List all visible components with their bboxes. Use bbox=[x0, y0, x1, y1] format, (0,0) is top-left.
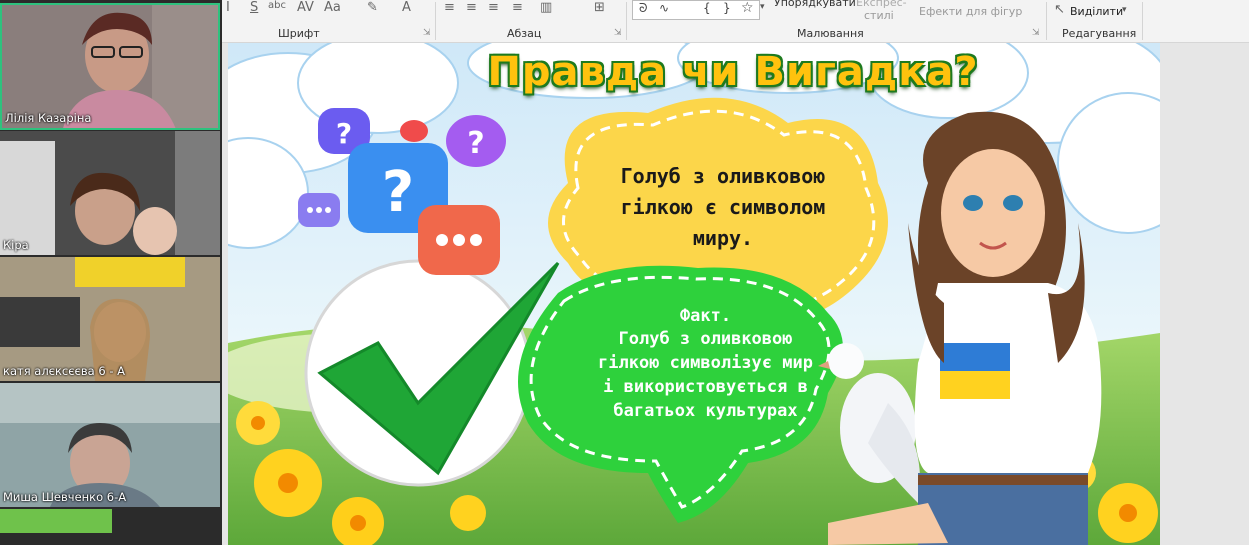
participant-tile[interactable]: катя алєксєєва 6 - А bbox=[0, 257, 220, 381]
statement-text: Голуб з оливковою гілкою є символом миру… bbox=[620, 164, 826, 250]
font-color-icon[interactable]: A bbox=[402, 0, 411, 15]
svg-text:?: ? bbox=[336, 117, 352, 150]
ribbon: I S abc AV Aa ✎ A Шрифт ⇲ ≡ ≡ ≡ ≡ ▥ ⊞ Аб… bbox=[222, 0, 1249, 43]
slide-title: Правда чи Вигадка? bbox=[487, 49, 979, 95]
group-label-font: Шрифт bbox=[278, 27, 320, 40]
slide-artwork: ? ? ? bbox=[228, 43, 1160, 545]
participant-tile[interactable]: Лілія Казаріна bbox=[0, 3, 220, 130]
paragraph-launcher-icon[interactable]: ⇲ bbox=[614, 28, 622, 38]
chevron-down-icon[interactable]: ▾ bbox=[760, 2, 765, 12]
font-launcher-icon[interactable]: ⇲ bbox=[423, 28, 431, 38]
char-spacing-icon[interactable]: AV bbox=[297, 0, 314, 15]
participant-video bbox=[0, 383, 220, 507]
fact-heading: Факт. bbox=[679, 306, 732, 326]
quick-styles-button-line1[interactable]: Експрес- bbox=[856, 0, 907, 9]
slide[interactable]: ? ? ? Правда чи Вигадка? Голуб з оливков… bbox=[228, 43, 1160, 545]
justify-icon[interactable]: ≡ bbox=[512, 0, 523, 15]
group-label-paragraph: Абзац bbox=[507, 27, 542, 40]
brace-right-icon[interactable]: } bbox=[723, 1, 731, 15]
quick-styles-button-line2[interactable]: стилі bbox=[864, 9, 894, 22]
slide-thumbnail[interactable] bbox=[0, 509, 112, 533]
highlighter-icon[interactable]: ✎ bbox=[367, 0, 378, 15]
strikethrough-abc-icon[interactable]: abc bbox=[268, 0, 286, 11]
participant-tile[interactable]: Кіра bbox=[0, 131, 220, 255]
align-left-icon[interactable]: ≡ bbox=[444, 0, 455, 15]
participant-tile[interactable]: Миша Шевченко 6-А bbox=[0, 383, 220, 507]
font-size-icon[interactable]: Aa bbox=[324, 0, 341, 15]
shape-effects-button[interactable]: Ефекти для фігур bbox=[919, 5, 1022, 18]
drawing-launcher-icon[interactable]: ⇲ bbox=[1032, 28, 1040, 38]
participant-name: Кіра bbox=[3, 238, 29, 252]
participant-video bbox=[0, 257, 220, 381]
strikethrough-icon[interactable]: S bbox=[250, 0, 258, 15]
shapes-gallery[interactable]: ᘐ ∿ { } ☆ bbox=[632, 0, 760, 20]
svg-text:?: ? bbox=[382, 160, 414, 225]
italic-icon[interactable]: I bbox=[226, 0, 230, 15]
slide-canvas: ? ? ? Правда чи Вигадка? Голуб з оливков… bbox=[222, 43, 1249, 545]
participant-name: Миша Шевченко 6-А bbox=[3, 490, 127, 504]
columns-icon[interactable]: ▥ bbox=[540, 0, 552, 15]
group-label-drawing: Малювання bbox=[797, 27, 864, 40]
select-chevron-icon[interactable]: ▾ bbox=[1122, 5, 1127, 15]
curve-shape-icon[interactable]: ∿ bbox=[659, 1, 669, 15]
fact-text: Голуб з оливковою гілкою символізує мир … bbox=[598, 329, 813, 421]
svg-text:?: ? bbox=[467, 126, 484, 161]
brace-left-icon[interactable]: { bbox=[703, 1, 711, 15]
select-cursor-icon[interactable]: ↖ bbox=[1054, 2, 1065, 17]
freeform-shape-icon[interactable]: ᘐ bbox=[639, 1, 647, 16]
fact-block: Факт. Голуб з оливковою гілкою символізу… bbox=[588, 305, 823, 423]
arrange-button[interactable]: Упорядкувати bbox=[774, 0, 856, 9]
star-icon[interactable]: ☆ bbox=[741, 0, 754, 16]
group-label-editing: Редагування bbox=[1062, 27, 1137, 40]
participant-name: Лілія Казаріна bbox=[5, 111, 92, 125]
participant-name: катя алєксєєва 6 - А bbox=[3, 364, 125, 378]
smartart-icon[interactable]: ⊞ bbox=[594, 0, 605, 15]
participant-video bbox=[0, 131, 220, 255]
align-center-icon[interactable]: ≡ bbox=[466, 0, 477, 15]
select-button[interactable]: Виділити bbox=[1070, 5, 1123, 18]
participants-panel: Лілія Казаріна Кіра катя алєксєєва 6 - А bbox=[0, 0, 222, 545]
align-right-icon[interactable]: ≡ bbox=[488, 0, 499, 15]
